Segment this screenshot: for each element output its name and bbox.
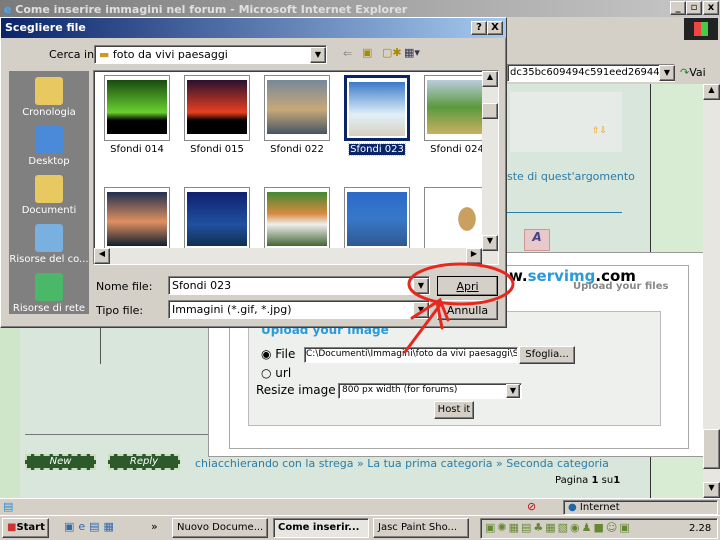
- annotation-circle: [407, 262, 515, 306]
- red-annotation: [403, 262, 515, 354]
- annotation-arrow: [403, 297, 450, 354]
